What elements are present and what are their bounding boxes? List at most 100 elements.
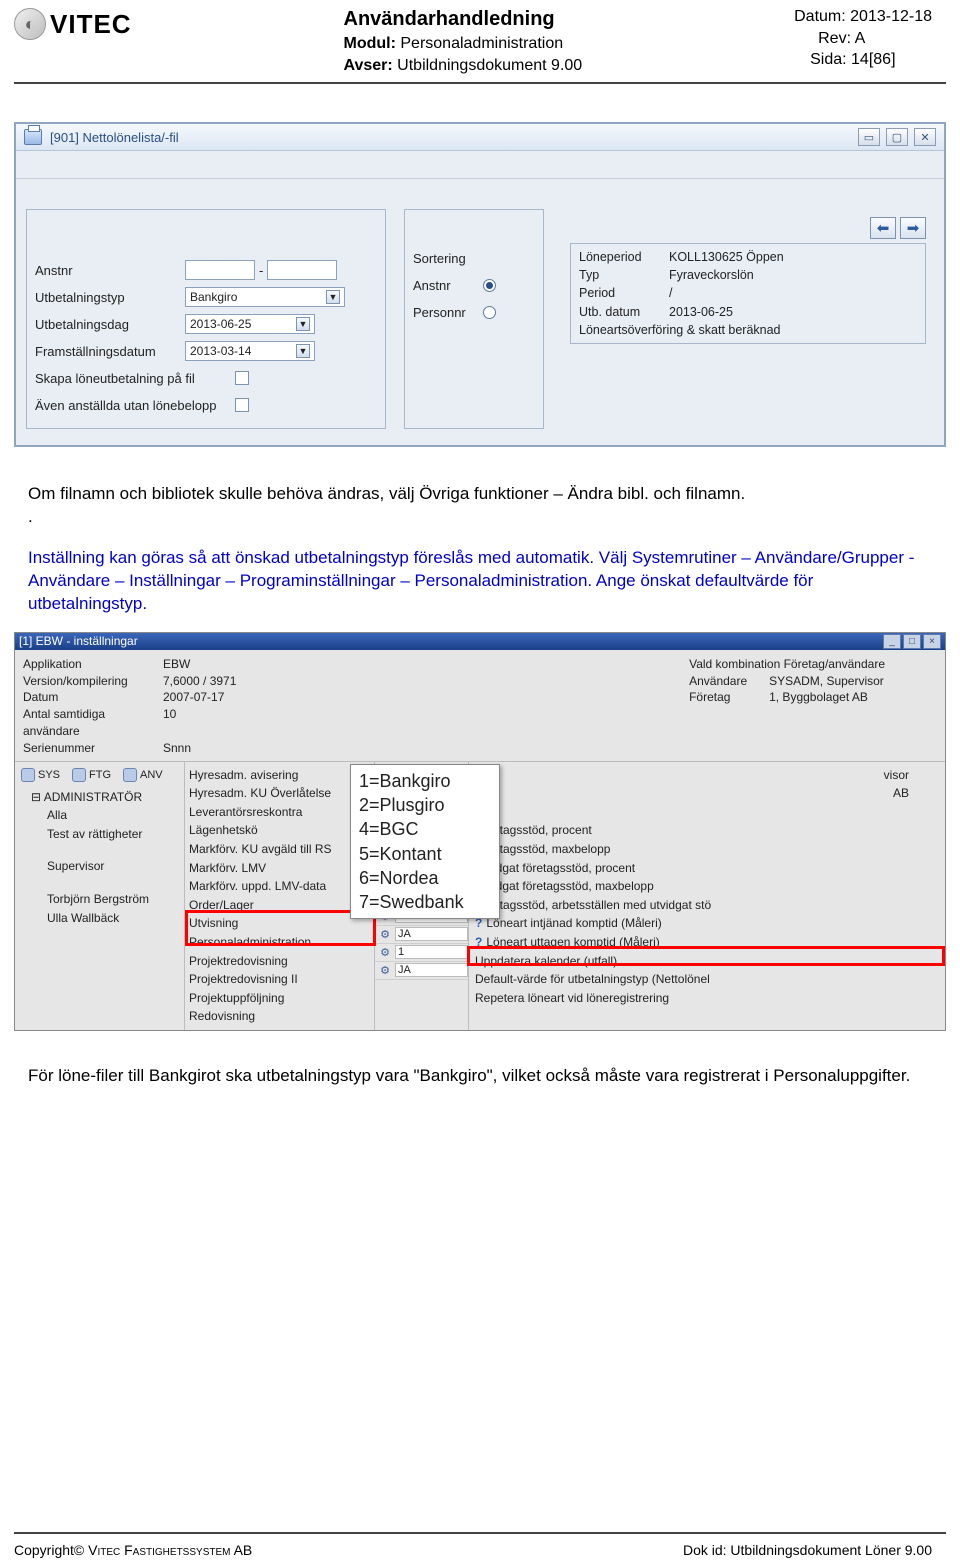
maximize-button[interactable]: ▢ xyxy=(886,128,908,146)
page-footer: Copyright© Vitec Fastighetssystem AB Dok… xyxy=(14,1542,932,1558)
utbetalningstyp-dropdown[interactable]: Bankgiro ▼ xyxy=(185,287,345,307)
user-icon xyxy=(123,768,137,782)
aven-utan-label: Även anställda utan lönebelopp xyxy=(35,398,235,413)
list-item[interactable]: Lägenhetskö xyxy=(189,821,370,840)
version-label: Version/kompilering xyxy=(23,673,163,690)
doc-header-center: Användarhandledning Modul: Personaladmin… xyxy=(344,6,583,76)
print-icon xyxy=(24,129,42,145)
tab-anv[interactable]: ANV xyxy=(123,768,163,782)
sort-personnr-radio[interactable] xyxy=(483,306,496,319)
vitec-logo: ◐ VITEC xyxy=(14,6,132,40)
date-label: Datum: xyxy=(794,8,846,25)
sortering-panel: Sortering Anstnr Personnr xyxy=(404,209,544,429)
anstnr-to-input[interactable] xyxy=(267,260,337,280)
anvandare-label: Användare xyxy=(689,673,769,690)
paragraph-filnamn: Om filnamn och bibliotek skulle behöva ä… xyxy=(28,483,932,506)
utbdatum-value: 2013-06-25 xyxy=(669,303,733,321)
list-item[interactable]: Leverantörsreskontra xyxy=(189,803,370,822)
framstallningsdatum-input[interactable]: 2013-03-14 ▼ xyxy=(185,341,315,361)
highlight-default-utbet xyxy=(467,946,945,966)
tree-test[interactable]: Test av rättigheter xyxy=(25,825,182,844)
legend-item: 1=Bankgiro xyxy=(359,769,491,793)
framstallningsdatum-label: Framställningsdatum xyxy=(35,344,185,359)
list-item[interactable]: Markförv. uppd. LMV-data xyxy=(189,877,370,896)
sort-anstnr-radio[interactable] xyxy=(483,279,496,292)
window2-titlebar: [1] EBW - inställningar _ □ × xyxy=(15,633,945,650)
logo-globe-icon: ◐ xyxy=(14,8,46,40)
win2-close-button[interactable]: × xyxy=(923,634,941,649)
module-value: Personaladministration xyxy=(400,35,563,52)
avser-value: Utbildningsdokument 9.00 xyxy=(397,57,582,74)
list-item[interactable]: Projektredovisning II xyxy=(189,970,370,989)
win2-minimize-button[interactable]: _ xyxy=(883,634,901,649)
app-info-right: Vald kombination Företag/användare Använ… xyxy=(689,656,885,757)
setting-value[interactable]: JA xyxy=(395,963,468,977)
paragraph-dot: . xyxy=(28,506,932,529)
tree-administrator[interactable]: ⊟ ADMINISTRATÖR xyxy=(25,788,182,807)
window2-title: [1] EBW - inställningar xyxy=(19,634,138,648)
utbetalningsdag-input[interactable]: 2013-06-25▼ xyxy=(185,314,315,334)
legend-item: 7=Swedbank xyxy=(359,890,491,914)
applikation-value: EBW xyxy=(163,656,190,673)
list-item[interactable]: Hyresadm. avisering xyxy=(189,766,370,785)
tree-supervisor[interactable]: Supervisor xyxy=(25,857,182,876)
chevron-down-icon: ▼ xyxy=(326,290,340,304)
prev-period-button[interactable]: ⬅ xyxy=(870,217,896,239)
period-value: / xyxy=(669,284,672,302)
logo-text: VITEC xyxy=(50,9,132,40)
setting-value-default-utbet[interactable]: 1 xyxy=(395,945,468,959)
tab-ftg[interactable]: FTG xyxy=(72,768,111,782)
antal-label: Antal samtidiga användare xyxy=(23,706,163,740)
period-label: Period xyxy=(579,284,669,302)
info-panel: ⬅ ➡ LöneperiodKOLL130625 Öppen TypFyrave… xyxy=(562,209,934,429)
chevron-down-icon: ▼ xyxy=(296,344,310,358)
list-item[interactable]: Projektuppföljning xyxy=(189,989,370,1008)
opt-row: Företagsstöd, maxbelopp xyxy=(475,840,939,859)
win2-maximize-button[interactable]: □ xyxy=(903,634,921,649)
vald-kombination-label: Vald kombination Företag/användare xyxy=(689,656,885,673)
aven-utan-checkbox[interactable] xyxy=(235,398,249,412)
list-item[interactable]: Redovisning xyxy=(189,1007,370,1026)
legend-item: 2=Plusgiro xyxy=(359,793,491,817)
anvandare-value: SYSADM, Supervisor xyxy=(769,673,884,690)
loneperiod-value: KOLL130625 Öppen xyxy=(669,248,784,266)
typ-label: Typ xyxy=(579,266,669,284)
opt-text: visor xyxy=(884,768,909,782)
opt-row: Utvidgat företagsstöd, maxbelopp xyxy=(475,877,939,896)
list-item[interactable]: Hyresadm. KU Överlåtelse xyxy=(189,784,370,803)
opt-row: Företagsstöd, procent xyxy=(475,821,939,840)
utbetalningstyp-value: Bankgiro xyxy=(190,290,237,304)
tree-alla[interactable]: Alla xyxy=(25,806,182,825)
gear-icon: ⚙ xyxy=(379,928,391,940)
screenshot-ebw-installningar: [1] EBW - inställningar _ □ × Applikatio… xyxy=(14,632,946,1031)
serienummer-label: Serienummer xyxy=(23,740,163,757)
opt-row: Repetera löneart vid löneregistrering xyxy=(475,989,939,1008)
sortering-heading: Sortering xyxy=(413,251,483,266)
utbetalningsdag-value: 2013-06-25 xyxy=(190,317,251,331)
next-period-button[interactable]: ➡ xyxy=(900,217,926,239)
tab-sys[interactable]: SYS xyxy=(21,768,60,782)
list-item[interactable]: Markförv. LMV xyxy=(189,859,370,878)
framstallningsdatum-value: 2013-03-14 xyxy=(190,344,251,358)
paragraph-installning: Inställning kan göras så att önskad utbe… xyxy=(28,547,932,616)
legend-item: 4=BGC xyxy=(359,817,491,841)
list-item[interactable]: Markförv. KU avgäld till RS xyxy=(189,840,370,859)
version-value: 7,6000 / 3971 xyxy=(163,673,236,690)
module-list: Hyresadm. avisering Hyresadm. KU Överlåt… xyxy=(185,762,375,1030)
anstnr-label: Anstnr xyxy=(35,263,185,278)
anstnr-from-input[interactable] xyxy=(185,260,255,280)
list-item[interactable]: Projektredovisning xyxy=(189,952,370,971)
screenshot-nettolonelista: [901] Nettolönelista/-fil ▭ ▢ ✕ Anstnr -… xyxy=(14,122,946,447)
minimize-button[interactable]: ▭ xyxy=(858,128,880,146)
close-button[interactable]: ✕ xyxy=(914,128,936,146)
skapa-fil-checkbox[interactable] xyxy=(235,371,249,385)
tree-ulla[interactable]: Ulla Wallbäck xyxy=(25,909,182,928)
datum-label: Datum xyxy=(23,689,163,706)
status-text: Löneartsöverföring & skatt beräknad xyxy=(579,321,781,339)
tree-torbjorn[interactable]: Torbjörn Bergström xyxy=(25,890,182,909)
setting-value[interactable]: JA xyxy=(395,927,468,941)
app-info-left: ApplikationEBW Version/kompilering7,6000… xyxy=(23,656,236,757)
doc-title: Användarhandledning xyxy=(344,6,583,33)
utbetalningstyp-legend: 1=Bankgiro 2=Plusgiro 4=BGC 5=Kontant 6=… xyxy=(350,764,500,920)
sort-personnr-label: Personnr xyxy=(413,305,483,320)
